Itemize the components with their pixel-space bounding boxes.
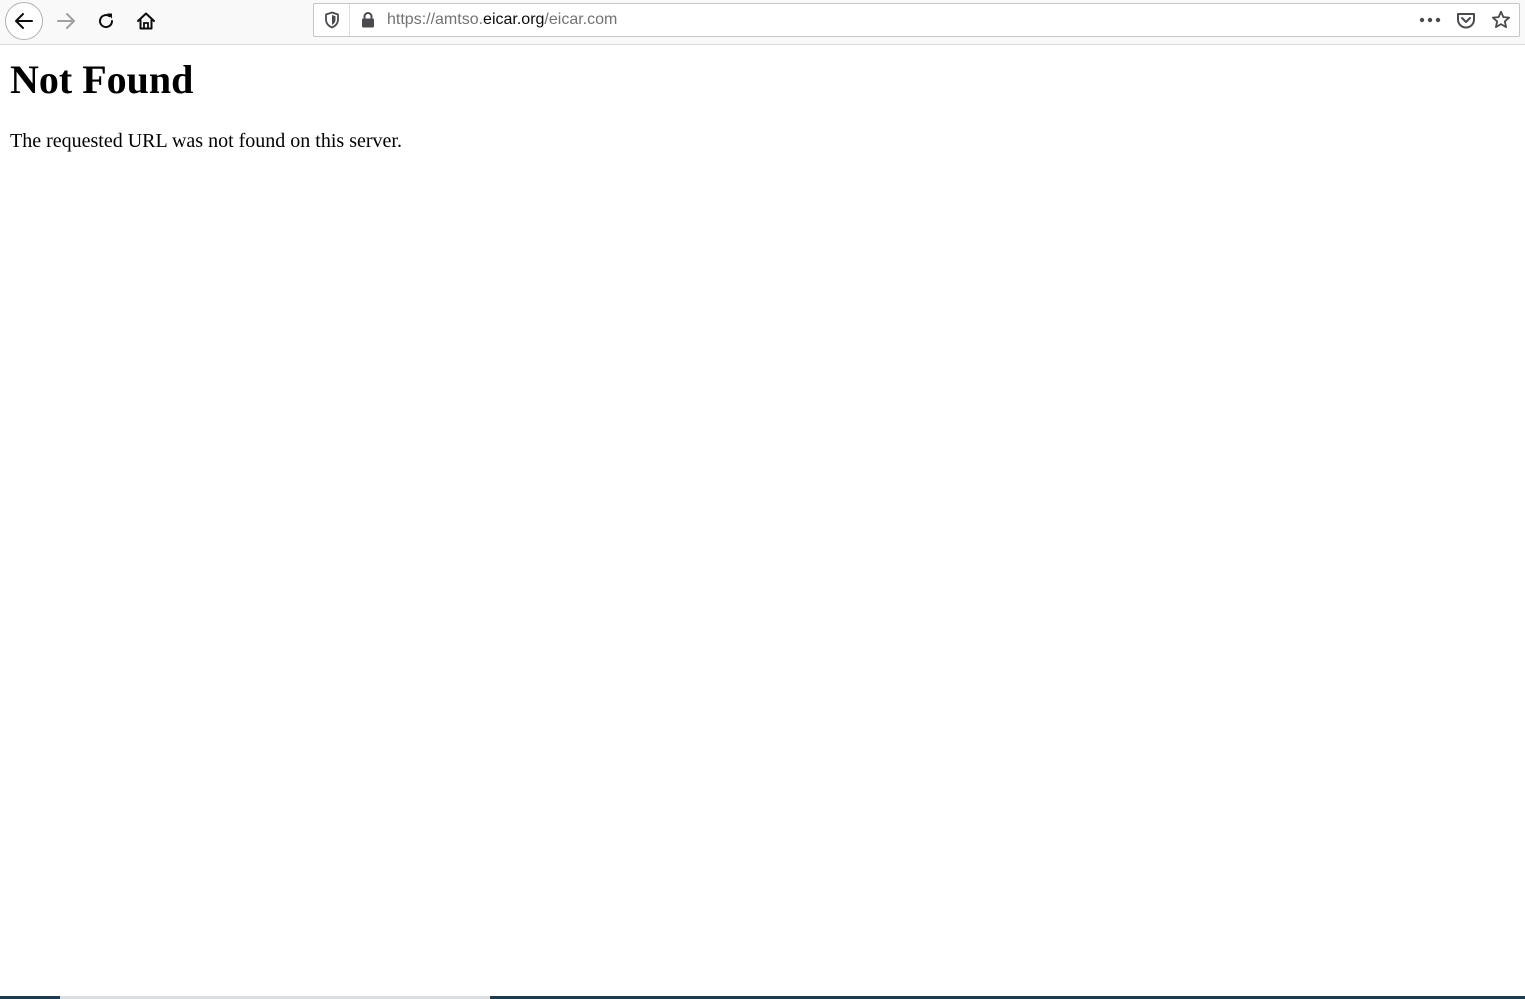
reload-icon (99, 13, 114, 29)
shield-icon (324, 11, 339, 29)
back-button[interactable] (5, 2, 43, 40)
page-heading: Not Found (10, 57, 194, 102)
browser-toolbar: https://amtso.eicar.org/eicar.com (0, 0, 1525, 45)
site-security-button[interactable] (356, 4, 380, 36)
url-path: /eicar.com (544, 11, 618, 28)
url-domain: eicar.org (483, 11, 545, 28)
arrow-left-icon (15, 13, 33, 29)
url-text[interactable]: https://amtso.eicar.org/eicar.com (387, 4, 617, 36)
error-message: The requested URL was not found on this … (10, 130, 402, 152)
arrow-right-icon (57, 13, 75, 29)
page-content: Not Found The requested URL was not foun… (0, 45, 1525, 996)
pocket-button[interactable] (1451, 4, 1481, 36)
page-actions-button[interactable] (1415, 4, 1445, 36)
forward-button[interactable] (47, 2, 85, 40)
reload-button[interactable] (87, 2, 125, 40)
address-bar[interactable]: https://amtso.eicar.org/eicar.com (313, 3, 1520, 37)
url-prefix: https://amtso. (387, 11, 484, 28)
star-icon (1491, 10, 1511, 28)
home-button[interactable] (127, 2, 165, 40)
home-icon (137, 12, 155, 30)
bookmark-button[interactable] (1486, 4, 1516, 36)
lock-icon (362, 12, 374, 28)
pocket-icon (1457, 13, 1475, 29)
tracking-protection-button[interactable] (314, 4, 350, 36)
more-icon (1419, 17, 1441, 23)
